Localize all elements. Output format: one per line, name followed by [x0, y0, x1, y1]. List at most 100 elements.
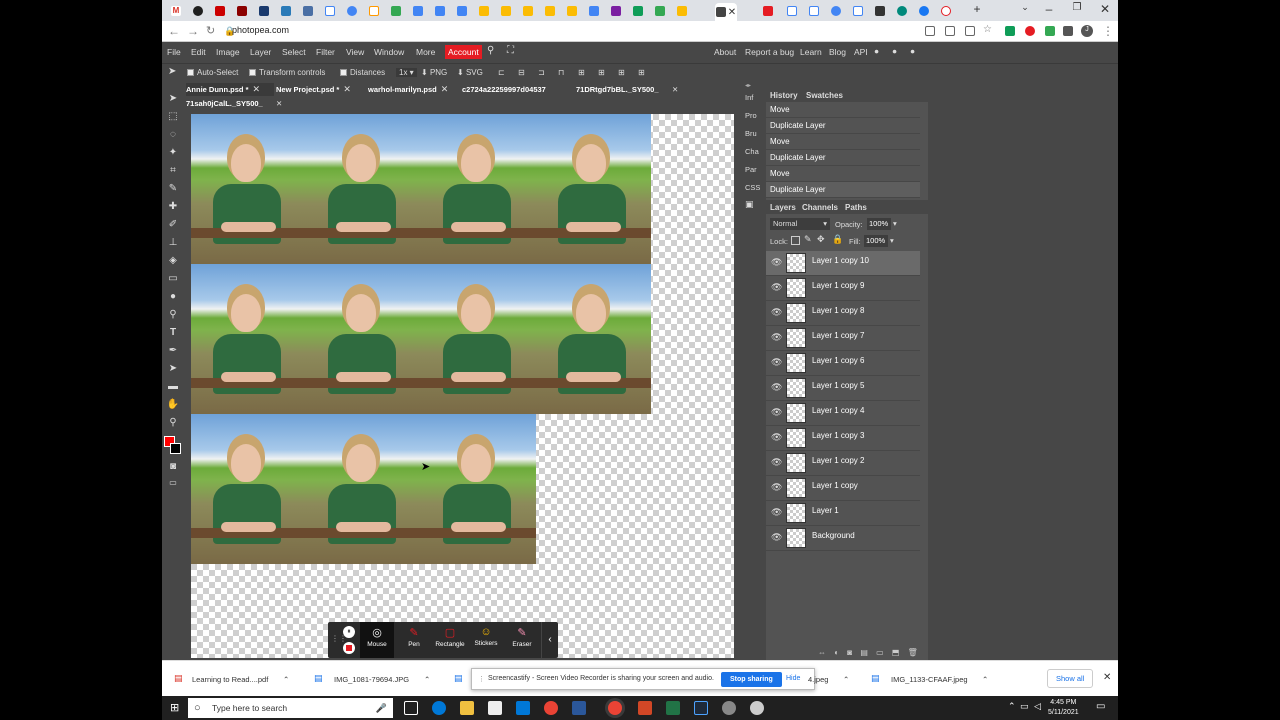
lasso-tool-icon[interactable]: ◌: [166, 128, 180, 142]
history-item[interactable]: Move: [766, 102, 920, 118]
layer-row[interactable]: 👁 Layer 1 copy: [766, 476, 920, 501]
browser-tab[interactable]: [782, 3, 802, 19]
app-icon[interactable]: [722, 701, 736, 715]
fill-input[interactable]: 100%: [864, 235, 888, 247]
distribute-icon[interactable]: ⊞: [618, 68, 625, 77]
menu-select[interactable]: Select: [282, 47, 306, 57]
history-item[interactable]: Duplicate Layer: [766, 150, 920, 166]
css-panel-button[interactable]: CSS: [745, 183, 760, 192]
menu-more[interactable]: More: [416, 47, 435, 57]
tray-up-icon[interactable]: ⌃: [1008, 701, 1016, 712]
sc-pen-button[interactable]: ✎ Pen: [397, 626, 431, 648]
close-icon[interactable]: ✕: [276, 97, 290, 110]
visibility-eye-icon[interactable]: 👁: [771, 482, 782, 493]
close-icon[interactable]: ✕: [441, 84, 449, 94]
history-item[interactable]: Move: [766, 166, 920, 182]
export-png-button[interactable]: ⬇ PNG: [421, 68, 447, 77]
browser-tab[interactable]: [606, 3, 626, 19]
chevron-up-icon[interactable]: ⌃: [424, 675, 430, 684]
browser-tab[interactable]: M: [166, 3, 186, 19]
visibility-eye-icon[interactable]: 👁: [771, 307, 782, 318]
extension-icon[interactable]: [1005, 26, 1015, 36]
doc-tab[interactable]: Annie Dunn.psd * ✕: [186, 83, 274, 96]
visibility-eye-icon[interactable]: 👁: [771, 507, 782, 518]
healing-tool-icon[interactable]: ✚: [166, 200, 180, 214]
image-panel-icon[interactable]: ▣: [745, 199, 754, 210]
align-right-icon[interactable]: ⊐: [538, 68, 545, 77]
character-panel-button[interactable]: Cha: [745, 147, 759, 156]
menu-about[interactable]: About: [714, 47, 736, 57]
align-top-icon[interactable]: ⊓: [558, 68, 564, 77]
facebook-icon[interactable]: ●: [910, 46, 915, 56]
menu-report-bug[interactable]: Report a bug: [745, 47, 794, 57]
visibility-eye-icon[interactable]: 👁: [771, 357, 782, 368]
pause-icon[interactable]: ⏸: [343, 626, 355, 638]
install-icon[interactable]: [965, 26, 975, 36]
blur-tool-icon[interactable]: ●: [166, 290, 180, 304]
close-icon[interactable]: ✕: [672, 83, 686, 96]
browser-tab[interactable]: [518, 3, 538, 19]
doc-tab[interactable]: warhol-marilyn.psd ✕: [368, 83, 458, 96]
document-canvas[interactable]: ➤: [191, 114, 734, 658]
menu-file[interactable]: File: [167, 47, 181, 57]
cast-icon[interactable]: [925, 26, 935, 36]
tab-layers[interactable]: Layers: [770, 203, 796, 212]
browser-tab[interactable]: [496, 3, 516, 19]
properties-panel-button[interactable]: Pro: [745, 111, 757, 120]
visibility-eye-icon[interactable]: 👁: [771, 457, 782, 468]
zoom-tool-icon[interactable]: ⚲: [166, 416, 180, 430]
menu-filter[interactable]: Filter: [316, 47, 335, 57]
browser-tab[interactable]: [254, 3, 274, 19]
layer-row[interactable]: 👁 Layer 1 copy 3: [766, 426, 920, 451]
doc-tab[interactable]: 71DRtgd7bBL._SY500_: [576, 83, 662, 96]
history-item[interactable]: Duplicate Layer: [766, 118, 920, 134]
layer-row[interactable]: 👁 Layer 1 copy 7: [766, 326, 920, 351]
notifications-icon[interactable]: ▭: [1096, 701, 1105, 712]
browser-tab[interactable]: [650, 3, 670, 19]
close-icon[interactable]: ✕: [253, 84, 261, 94]
browser-tab[interactable]: [452, 3, 472, 19]
visibility-eye-icon[interactable]: 👁: [771, 382, 782, 393]
opacity-input[interactable]: 100%: [867, 218, 891, 230]
back-icon[interactable]: ←: [168, 24, 180, 38]
transform-controls-checkbox[interactable]: Transform controls: [249, 68, 325, 77]
layer-row[interactable]: 👁 Layer 1 copy 2: [766, 451, 920, 476]
layer-row[interactable]: 👁 Layer 1 copy 4: [766, 401, 920, 426]
menu-learn[interactable]: Learn: [800, 47, 822, 57]
word-icon[interactable]: [572, 701, 586, 715]
layer-row[interactable]: 👁 Layer 1 copy 5: [766, 376, 920, 401]
doc-tab[interactable]: 71sah0jCalL._SY500_: [186, 97, 272, 110]
browser-tab[interactable]: [430, 3, 450, 19]
menu-blog[interactable]: Blog: [829, 47, 846, 57]
browser-tab[interactable]: [848, 3, 868, 19]
distribute-icon[interactable]: ⊞: [638, 68, 645, 77]
drive-extension-icon[interactable]: [1045, 26, 1055, 36]
chevron-up-icon[interactable]: ⌃: [283, 675, 289, 684]
search-icon[interactable]: ⚲: [487, 45, 494, 56]
browser-tab[interactable]: [914, 3, 934, 19]
network-icon[interactable]: ▭: [1020, 701, 1029, 712]
browser-tab[interactable]: [672, 3, 692, 19]
download-item[interactable]: Learning to Read....pdf: [192, 675, 268, 684]
menu-edit[interactable]: Edit: [191, 47, 206, 57]
layer-row[interactable]: 👁 Layer 1 copy 8: [766, 301, 920, 326]
lock-move-icon[interactable]: ✥: [817, 234, 825, 245]
browser-tab[interactable]: [386, 3, 406, 19]
chevron-up-icon[interactable]: ⌃: [843, 675, 849, 684]
stop-recording-button[interactable]: [343, 642, 355, 654]
browser-tab[interactable]: [936, 3, 956, 19]
shape-tool-icon[interactable]: ▬: [166, 380, 180, 394]
browser-tab[interactable]: [474, 3, 494, 19]
windows-start-icon[interactable]: ⊞: [170, 701, 179, 714]
volume-icon[interactable]: ◁: [1034, 701, 1041, 712]
menu-api[interactable]: API: [854, 47, 868, 57]
tab-swatches[interactable]: Swatches: [806, 91, 843, 100]
distribute-icon[interactable]: ⊞: [598, 68, 605, 77]
url-field[interactable]: photopea.com: [232, 25, 289, 35]
excel-icon[interactable]: [666, 701, 680, 715]
sc-stickers-button[interactable]: ☺ Stickers: [469, 626, 503, 647]
path-select-tool-icon[interactable]: ➤: [166, 362, 180, 376]
chrome-icon[interactable]: [544, 701, 558, 715]
brush-tool-icon[interactable]: ✐: [166, 218, 180, 232]
twitter-icon[interactable]: ●: [892, 46, 897, 56]
